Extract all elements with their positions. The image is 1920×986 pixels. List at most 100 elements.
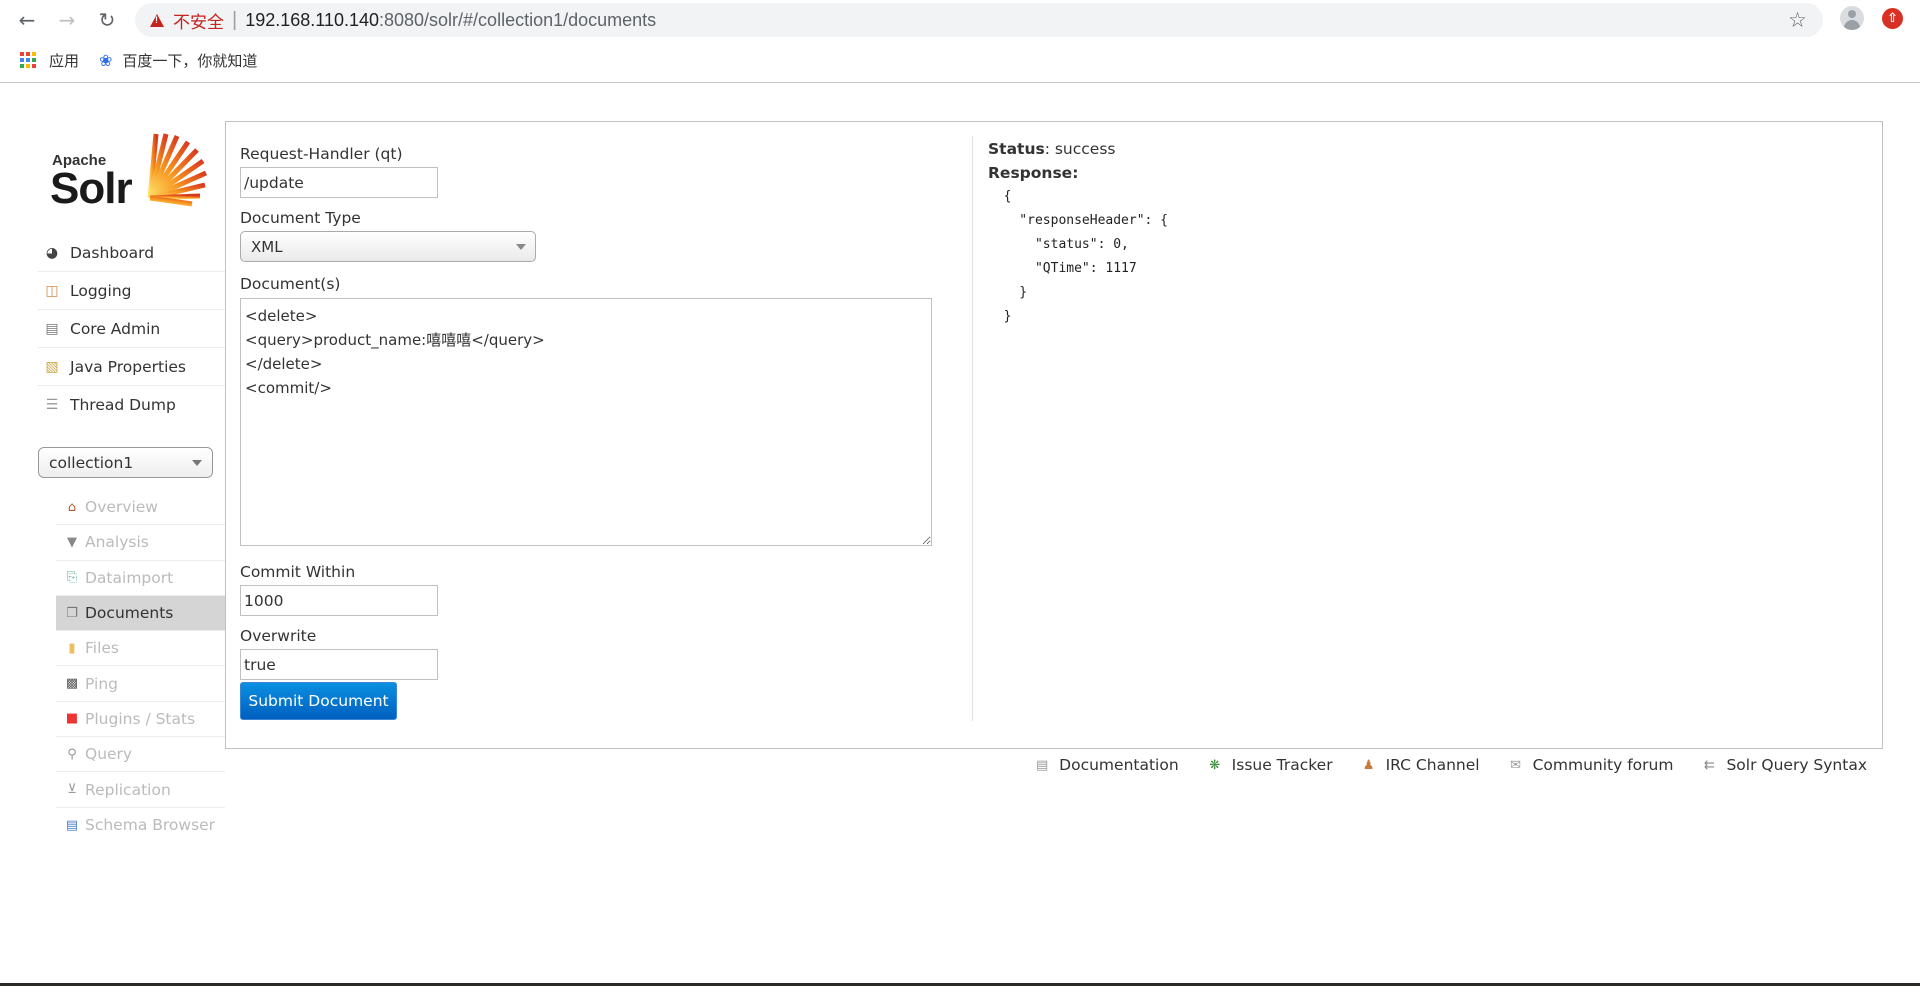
query-syntax-icon: ⇇ [1704, 757, 1715, 773]
footer-link-issue-tracker[interactable]: ❋ Issue Tracker [1206, 756, 1333, 774]
address-bar[interactable]: 不安全 | 192.168.110.140:8080/solr/#/collec… [135, 3, 1823, 37]
java-jar-icon: ▧ [45, 358, 59, 375]
core-menu-item-label: Files [85, 639, 120, 658]
footer-link-documentation[interactable]: ▤ Documentation [1033, 756, 1179, 774]
document-icon: ▤ [1036, 757, 1049, 773]
commit-within-label: Commit Within [240, 563, 356, 581]
menu-item-label: Java Properties [70, 357, 187, 376]
core-menu-item-label: Schema Browser [85, 816, 216, 835]
footer-link-solr-query-syntax[interactable]: ⇇ Solr Query Syntax [1700, 756, 1867, 774]
core-menu-item-files[interactable]: ▮ Files [56, 631, 225, 667]
menu-item-thread-dump[interactable]: ☰ Thread Dump [38, 386, 225, 424]
overwrite-input[interactable] [240, 649, 438, 680]
menu-item-label: Dashboard [70, 243, 155, 262]
core-menu: ⌂ Overview ▼ Analysis ⎘ Dataimport ❐ Doc… [56, 490, 225, 843]
replication-nodes-icon: ⊻ [67, 782, 77, 798]
core-menu-item-query[interactable]: ⚲ Query [56, 737, 225, 773]
chevron-down-icon [192, 460, 202, 466]
back-button[interactable]: ← [13, 6, 41, 34]
footer-link-label: Solr Query Syntax [1726, 756, 1867, 774]
response-label: Response: [988, 164, 1079, 182]
url-host: 192.168.110.140 [245, 9, 379, 30]
dashboard-gauge-icon: ◕ [45, 244, 59, 261]
house-icon: ⌂ [67, 499, 77, 515]
documents-icon: ❐ [66, 605, 78, 621]
footer-links: ▤ Documentation ❋ Issue Tracker ♟ IRC Ch… [1006, 752, 1867, 778]
logo-solr-text: Solr [50, 164, 133, 213]
solr-logo[interactable]: Apache Solr [50, 130, 208, 213]
menu-item-core-admin[interactable]: ▤ Core Admin [38, 310, 225, 348]
main-menu: ◕ Dashboard ◫ Logging ▤ Core Admin ▧ Jav… [38, 234, 225, 424]
status-value: : success [1044, 140, 1116, 158]
documents-panel: Request-Handler (qt) Document Type XML D… [225, 121, 1883, 749]
document-type-value: XML [251, 237, 283, 256]
update-arrow-icon[interactable]: ⇧ [1882, 8, 1903, 29]
arrow-left-icon: ← [18, 8, 36, 32]
logging-tray-icon: ◫ [45, 282, 59, 299]
url-path: :8080/solr/#/collection1/documents [379, 9, 657, 30]
profile-avatar-icon[interactable] [1840, 6, 1864, 30]
core-menu-item-label: Query [85, 745, 133, 764]
core-menu-item-label: Dataimport [85, 568, 174, 587]
core-menu-item-schema-browser[interactable]: ▤ Schema Browser [56, 808, 225, 843]
magnifier-icon: ⚲ [67, 746, 77, 762]
reload-icon: ↻ [98, 8, 116, 32]
request-handler-label: Request-Handler (qt) [240, 145, 403, 163]
bookmark-apps[interactable]: 应用 [20, 50, 79, 71]
bookmarks-bar: 应用 ❀ 百度一下，你就知道 [0, 45, 1920, 75]
documents-textarea[interactable]: <delete> <query>product_name:嘻嘻嘻</query>… [240, 298, 932, 546]
bookmark-baidu[interactable]: ❀ 百度一下，你就知道 [99, 50, 257, 71]
bookmark-star-icon[interactable]: ☆ [1788, 8, 1807, 32]
plugin-blocks-icon: ■ [65, 711, 79, 727]
response-json: { "responseHeader": { "status": 0, "QTim… [1003, 189, 1169, 324]
footer-link-label: IRC Channel [1385, 756, 1480, 774]
core-menu-item-label: Documents [85, 604, 174, 623]
menu-item-logging[interactable]: ◫ Logging [38, 272, 225, 310]
core-menu-item-label: Overview [85, 498, 158, 517]
request-handler-input[interactable] [240, 167, 438, 198]
core-selector-value: collection1 [49, 453, 134, 472]
core-menu-item-plugins-stats[interactable]: ■ Plugins / Stats [56, 702, 225, 738]
baidu-paw-icon: ❀ [99, 50, 113, 70]
core-menu-item-label: Ping [85, 674, 118, 693]
arrow-right-icon: → [58, 8, 76, 32]
response-section: Status: success Response: { "responseHea… [988, 137, 1868, 329]
core-selector[interactable]: collection1 [38, 447, 213, 478]
core-menu-item-analysis[interactable]: ▼ Analysis [56, 525, 225, 561]
core-menu-item-dataimport[interactable]: ⎘ Dataimport [56, 561, 225, 596]
book-icon: ▤ [65, 817, 79, 833]
core-menu-item-ping[interactable]: ▩ Ping [56, 666, 225, 702]
menu-item-label: Thread Dump [70, 396, 176, 414]
overwrite-label: Overwrite [240, 627, 317, 645]
menu-item-label: Logging [70, 281, 132, 300]
core-menu-item-documents[interactable]: ❐ Documents [56, 595, 225, 632]
monitor-pulse-icon: ▩ [65, 676, 79, 692]
folder-icon: ▮ [68, 640, 76, 656]
footer-link-irc-channel[interactable]: ♟ IRC Channel [1360, 756, 1480, 774]
core-menu-item-label: Plugins / Stats [85, 709, 196, 728]
forward-button[interactable]: → [53, 6, 81, 34]
security-label[interactable]: 不安全 [173, 8, 224, 33]
panel-divider [972, 136, 973, 721]
reload-button[interactable]: ↻ [93, 6, 121, 34]
chevron-down-icon [516, 244, 526, 250]
documents-label: Document(s) [240, 275, 341, 293]
footer-link-label: Documentation [1059, 756, 1179, 774]
document-type-select[interactable]: XML [240, 231, 536, 262]
footer-link-community-forum[interactable]: ✉ Community forum [1507, 756, 1674, 774]
menu-item-dashboard[interactable]: ◕ Dashboard [38, 234, 225, 272]
status-label: Status [988, 140, 1045, 158]
submit-document-button[interactable]: Submit Document [240, 682, 397, 720]
menu-item-label: Core Admin [70, 319, 161, 338]
core-menu-item-replication[interactable]: ⊻ Replication [56, 772, 225, 808]
menu-item-java-properties[interactable]: ▧ Java Properties [38, 348, 225, 386]
bookmark-label: 应用 [49, 51, 80, 70]
import-doc-icon: ⎘ [66, 570, 78, 586]
core-menu-item-label: Analysis [85, 533, 149, 552]
footer-link-label: Issue Tracker [1231, 756, 1333, 774]
warning-triangle-icon [150, 13, 164, 27]
core-menu-item-overview[interactable]: ⌂ Overview [56, 490, 225, 526]
commit-within-input[interactable] [240, 585, 438, 616]
response-row: Response: [988, 161, 1868, 185]
footer-link-label: Community forum [1532, 756, 1674, 774]
